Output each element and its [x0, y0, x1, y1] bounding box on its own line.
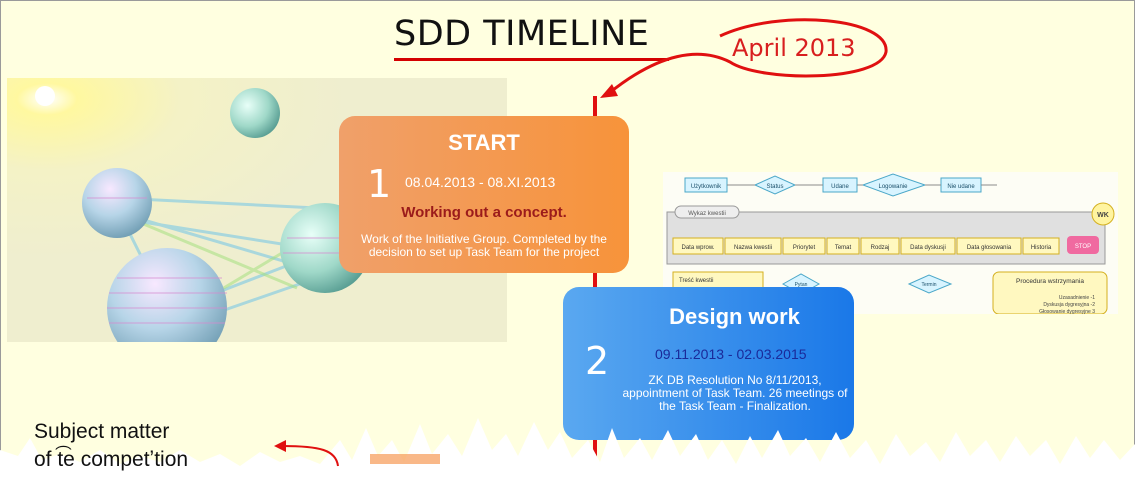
diagram-col-1: Data wprow.	[681, 245, 714, 251]
subject-line-1: Subject matter	[34, 420, 170, 443]
card-title: Design work	[669, 304, 800, 329]
card-description: Work of the Initiative Group. Completed …	[361, 232, 607, 259]
diagram-node-status: Status	[766, 184, 783, 190]
date-callout-arrow-icon	[600, 18, 888, 98]
diagram-col-5: Rodzaj	[871, 245, 890, 251]
diagram-stop: STOP	[1075, 244, 1091, 250]
diagram-bottom-right-title: Procedura wstrzymania	[1016, 278, 1084, 285]
diagram-bottom-left: Treść kwestii	[679, 278, 713, 284]
diagram-node-uzytkownik: Użytkownik	[691, 184, 722, 190]
subject-arrow-icon	[274, 440, 339, 467]
diagram-badge-wk: WK	[1097, 212, 1109, 219]
card-number: 1	[367, 162, 392, 206]
diagram-bottom-mid2: Termin	[921, 282, 936, 288]
card-number: 2	[585, 339, 610, 383]
card-dates: 08.04.2013 - 08.XI.2013	[405, 174, 556, 190]
subject-matter-label: Subject matter of t͡e competʼtion	[34, 418, 188, 474]
diagram-node-nie-udane: Nie udane	[947, 184, 975, 190]
timeline-card-start[interactable]: START 1 08.04.2013 - 08.XI.2013 Working …	[339, 116, 629, 273]
diagram-node-logowanie: Logowanie	[878, 184, 908, 190]
subject-line-2: of t͡e competʼtion	[34, 448, 189, 471]
diagram-bottom-right-line3: Głosowanie dygresyjne 3	[1039, 309, 1095, 314]
card-subtitle: Working out a concept.	[401, 204, 567, 221]
diagram-col-6: Data dyskusji	[910, 245, 946, 251]
diagram-col-2: Nazwa kwestii	[734, 245, 772, 251]
diagram-node-udane: Udane	[831, 184, 849, 190]
diagram-col-4: Temat	[835, 245, 852, 251]
diagram-bottom-right-line1: Uzasadnienie -1	[1059, 295, 1095, 301]
card-dates: 09.11.2013 - 02.03.2015	[655, 346, 807, 362]
diagram-col-3: Priorytet	[793, 245, 816, 251]
diagram-col-8: Historia	[1031, 245, 1052, 251]
card-description: ZK DB Resolution No 8/11/2013, appointme…	[622, 373, 848, 413]
diagram-group-label: Wykaz kwestii	[688, 211, 726, 217]
date-callout: April 2013	[732, 34, 856, 62]
card-title: START	[448, 130, 520, 155]
diagram-col-7: Data głosowania	[967, 245, 1012, 251]
diagram-bottom-right-line2: Dyskusja dygresyjna -2	[1043, 302, 1095, 308]
